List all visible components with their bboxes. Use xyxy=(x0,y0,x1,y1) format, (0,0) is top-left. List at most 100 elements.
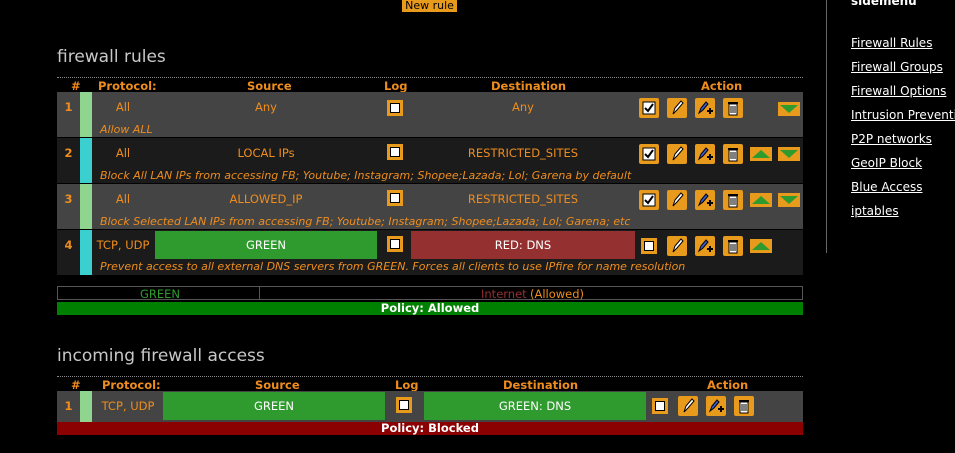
rule-protocol: All xyxy=(115,192,131,206)
header-protocol: Protocol: xyxy=(102,378,161,392)
rule-destination: RESTRICTED_SITES xyxy=(467,146,579,160)
header-action: Action xyxy=(707,378,749,392)
incoming-rules-table: # Protocol: Source Log Destination Actio… xyxy=(57,376,803,423)
edit-pencil-icon[interactable] xyxy=(667,190,687,210)
edit-pencil-icon[interactable] xyxy=(667,236,687,256)
enable-rule-checkbox[interactable] xyxy=(641,238,657,254)
toggle-rule-checkbox-icon[interactable] xyxy=(639,98,659,118)
sidebar-item-geoip-block[interactable]: GeoIP Block xyxy=(851,156,922,170)
copy-rule-icon[interactable] xyxy=(695,190,715,210)
copy-rule-icon[interactable] xyxy=(695,236,715,256)
rule-protocol: TCP, UDP xyxy=(96,238,150,252)
sidemenu-title: sidemenu xyxy=(851,0,917,8)
move-down-icon[interactable] xyxy=(778,147,800,161)
rule-source: GREEN xyxy=(163,392,385,420)
table-row: 4 TCP, UDP GREEN RED: DNS Prevent access… xyxy=(57,230,803,276)
policy-blocked-bar: Policy: Blocked xyxy=(57,422,803,435)
rule-number: 2 xyxy=(64,146,73,160)
header-num: # xyxy=(71,378,81,392)
move-up-icon[interactable] xyxy=(750,147,772,161)
sidebar-item-firewall-groups[interactable]: Firewall Groups xyxy=(851,60,943,74)
rule-color-stripe xyxy=(80,138,92,183)
rule-destination: Any xyxy=(512,100,534,114)
header-destination: Destination xyxy=(491,79,567,93)
header-source: Source xyxy=(255,378,300,392)
table-row: 1 TCP, UDP GREEN GREEN: DNS xyxy=(57,391,803,423)
enable-rule-checkbox[interactable] xyxy=(652,398,668,414)
edit-pencil-icon[interactable] xyxy=(678,396,698,416)
sidebar-item-firewall-options[interactable]: Firewall Options xyxy=(851,84,946,98)
delete-trash-icon[interactable] xyxy=(723,190,743,210)
rule-color-stripe xyxy=(80,184,92,229)
rule-color-stripe xyxy=(80,92,92,137)
move-down-icon[interactable] xyxy=(778,102,800,116)
toggle-rule-checkbox-icon[interactable] xyxy=(639,144,659,164)
move-down-icon[interactable] xyxy=(778,193,800,207)
move-up-icon[interactable] xyxy=(750,239,772,253)
rule-source: LOCAL IPs xyxy=(237,146,295,160)
log-checkbox[interactable] xyxy=(387,236,403,252)
incoming-firewall-title: incoming firewall access xyxy=(57,346,265,366)
rule-protocol: All xyxy=(115,100,131,114)
header-destination: Destination xyxy=(503,378,579,392)
rule-color-stripe xyxy=(80,391,92,422)
table-row: 3 All ALLOWED_IP RESTRICTED_SITES Block … xyxy=(57,184,803,230)
rule-number: 1 xyxy=(64,399,73,413)
sidebar-item-p2p-networks[interactable]: P2P networks xyxy=(851,132,932,146)
toggle-rule-checkbox-icon[interactable] xyxy=(639,190,659,210)
delete-trash-icon[interactable] xyxy=(723,144,743,164)
header-num: # xyxy=(71,79,81,93)
new-rule-button[interactable]: New rule xyxy=(402,0,457,12)
rule-source: Any xyxy=(255,100,277,114)
firewall-rules-table: # Protocol: Source Log Destination Actio… xyxy=(57,77,803,276)
table-row: 2 All LOCAL IPs RESTRICTED_SITES Block A… xyxy=(57,138,803,184)
rule-remark: Allow ALL xyxy=(100,123,153,136)
header-log: Log xyxy=(384,79,408,93)
delete-trash-icon[interactable] xyxy=(723,236,743,256)
rule-remark: Block All LAN IPs from accessing FB; You… xyxy=(100,169,632,182)
edit-pencil-icon[interactable] xyxy=(667,98,687,118)
log-checkbox[interactable] xyxy=(387,100,403,116)
rule-destination: RED: DNS xyxy=(411,231,635,259)
log-checkbox[interactable] xyxy=(387,190,403,206)
header-protocol: Protocol: xyxy=(98,79,157,93)
table-row: 1 All Any Any Allow ALL xyxy=(57,92,803,138)
rule-remark: Block Selected LAN IPs from accessing FB… xyxy=(100,215,631,228)
sidemenu: sidemenu Firewall Rules Firewall Groups … xyxy=(826,0,955,253)
rule-number: 1 xyxy=(64,100,73,114)
policy-legend: GREEN Internet (Allowed) xyxy=(57,286,803,301)
table-header: # Protocol: Source Log Destination Actio… xyxy=(57,377,803,392)
rule-source: GREEN xyxy=(155,231,377,259)
legend-green: GREEN xyxy=(140,287,181,301)
sidebar-item-intrusion-prevention[interactable]: Intrusion Prevention xyxy=(851,108,955,122)
rule-protocol: All xyxy=(115,146,131,160)
edit-pencil-icon[interactable] xyxy=(667,144,687,164)
delete-trash-icon[interactable] xyxy=(734,396,754,416)
header-action: Action xyxy=(701,79,743,93)
header-source: Source xyxy=(247,79,292,93)
firewall-rules-title: firewall rules xyxy=(57,47,166,67)
header-log: Log xyxy=(395,378,419,392)
sidebar-item-blue-access[interactable]: Blue Access xyxy=(851,180,922,194)
rule-number: 4 xyxy=(64,238,73,252)
rule-protocol: TCP, UDP xyxy=(101,399,155,413)
legend-internet: Internet xyxy=(481,287,527,301)
delete-trash-icon[interactable] xyxy=(723,98,743,118)
rule-remark: Prevent access to all external DNS serve… xyxy=(100,260,686,273)
legend-allowed: (Allowed) xyxy=(530,287,585,301)
log-checkbox[interactable] xyxy=(387,144,403,160)
copy-rule-icon[interactable] xyxy=(706,396,726,416)
rule-destination: GREEN: DNS xyxy=(424,392,646,420)
log-checkbox[interactable] xyxy=(396,397,412,413)
rule-source: ALLOWED_IP xyxy=(229,192,303,206)
sidebar-item-firewall-rules[interactable]: Firewall Rules xyxy=(851,36,932,50)
sidebar-item-iptables[interactable]: iptables xyxy=(851,204,899,218)
copy-rule-icon[interactable] xyxy=(695,144,715,164)
rule-color-stripe xyxy=(80,230,92,275)
copy-rule-icon[interactable] xyxy=(695,98,715,118)
table-header: # Protocol: Source Log Destination Actio… xyxy=(57,78,803,93)
move-up-icon[interactable] xyxy=(750,193,772,207)
policy-allowed-bar: Policy: Allowed xyxy=(57,302,803,315)
rule-destination: RESTRICTED_SITES xyxy=(467,192,579,206)
rule-number: 3 xyxy=(64,192,73,206)
